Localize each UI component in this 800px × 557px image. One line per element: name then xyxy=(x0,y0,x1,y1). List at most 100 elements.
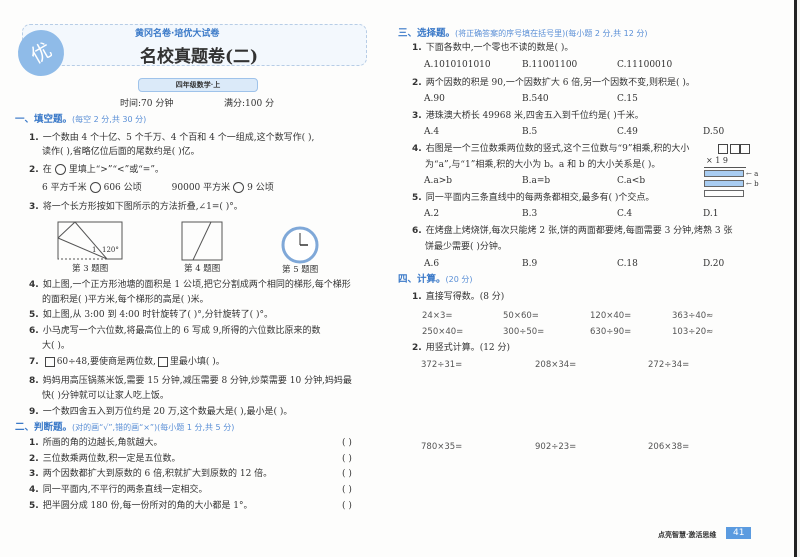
choice-question-cont: 饼最少需要( )分钟。 xyxy=(425,242,507,252)
q-number: 5. xyxy=(29,501,39,511)
choice-option[interactable]: B.3 xyxy=(522,208,537,220)
section-note: (每空 2 分,共 30 分) xyxy=(72,115,147,124)
choice-option[interactable]: C.49 xyxy=(617,126,638,138)
series-label: 黄冈名卷·培优大试卷 xyxy=(135,29,220,39)
digit-boxes xyxy=(716,144,764,155)
choice-question: 1. 下面各数中,一个零也不读的数是( )。 xyxy=(412,42,573,54)
right-page: 三、选择题。(将正确答案的序号填在括号里)(每小题 2 分,共 12 分) 1.… xyxy=(396,0,794,557)
choice-option[interactable]: A.90 xyxy=(424,93,445,105)
square-blank[interactable] xyxy=(157,356,168,367)
q-text: 9 公顷 xyxy=(247,183,274,193)
label-b: ← b xyxy=(746,180,759,188)
figure-5-caption: 第 5 题图 xyxy=(282,265,319,275)
footer-slogan: 点亮智慧·激活思维 xyxy=(658,530,717,539)
q-text: 如上图,一个正方形池塘的面积是 1 公顷,把它分割成两个相同的梯形,每个梯形 xyxy=(42,280,351,290)
q-text: 606 公顷 xyxy=(103,183,142,193)
multiplier: × 1 9 xyxy=(704,155,746,168)
choice-question: 3. 港珠澳大桥长 49968 米,四舍五入到千位约是( )千米。 xyxy=(412,110,644,122)
q-text: 同一平面内三条直线中的每两条都相交,最多有( )个交点。 xyxy=(425,193,655,203)
figure-3-caption: 第 3 题图 xyxy=(72,264,109,274)
question-1: 1. 一个数由 4 个十亿、5 个千万、4 个百和 4 个一组成,这个数写作( )… xyxy=(29,132,314,144)
circle-blank[interactable] xyxy=(89,182,101,193)
choice-option[interactable]: A.6 xyxy=(424,258,439,270)
q-number: 3. xyxy=(29,469,39,479)
question-4: 4. 如上图,一个正方形池塘的面积是 1 公顷,把它分割成两个相同的梯形,每个梯形 xyxy=(29,279,351,291)
subtitle: 四年级数学·上 xyxy=(138,78,258,92)
page-title: 名校真题卷(二) xyxy=(140,47,259,67)
calc-item: 206×38= xyxy=(648,442,690,452)
q-number: 5. xyxy=(29,310,39,320)
question-6-cont: 大( )。 xyxy=(42,341,70,351)
choice-option[interactable]: A.1010101010 xyxy=(424,59,491,71)
choice-option[interactable]: D.1 xyxy=(703,208,718,220)
section-title: 二、判断题。 xyxy=(15,422,73,433)
calc-part-1: 1. 直接写得数。(8 分) xyxy=(412,291,504,303)
calc-item: 272÷34= xyxy=(648,360,690,370)
choice-option[interactable]: C.11100010 xyxy=(617,59,672,71)
question-4-cont: 的面积是( )平方米,每个梯形的高是( )米。 xyxy=(42,295,209,305)
answer-paren[interactable]: ( ) xyxy=(342,500,352,512)
circle-blank[interactable] xyxy=(54,164,66,175)
q-number: 2. xyxy=(29,165,39,175)
q-number: 9. xyxy=(29,407,39,417)
calc-item: 300÷50= xyxy=(503,327,545,337)
judge-item: 3. 两个因数都扩大到原数的 6 倍,积就扩大到原数的 12 倍。 xyxy=(29,468,272,480)
choice-option[interactable]: C.18 xyxy=(617,258,638,270)
judge-item: 5. 把半圆分成 180 份,每一份所对的角的大小都是 1°。 xyxy=(29,500,253,512)
choice-option[interactable]: A.a>b xyxy=(424,175,452,187)
choice-question-cont: 为“a”,与“1”相乘,积的大小为 b。a 和 b 的大小关系是( )。 xyxy=(425,160,661,170)
choice-option[interactable]: C.4 xyxy=(617,208,632,220)
page-edge xyxy=(794,0,797,557)
section-note: (20 分) xyxy=(445,275,473,284)
q-text: 里填上“>”“<”或“=”。 xyxy=(68,165,164,175)
choice-option[interactable]: A.4 xyxy=(424,126,439,138)
q-text: 一个数由 4 个十亿、5 个千万、4 个百和 4 个一组成,这个数写作( ), xyxy=(42,133,315,143)
question-8: 8. 妈妈用高压锅蒸米饭,需要 15 分钟,减压需要 8 分钟,炒菜需要 10 分… xyxy=(29,375,352,387)
choice-option[interactable]: B.11001100 xyxy=(522,59,577,71)
section-note: (将正确答案的序号填在括号里)(每小题 2 分,共 12 分) xyxy=(455,29,648,38)
q-text: 右图是一个三位数乘两位数的竖式,这个三位数与“9”相乘,积的大小 xyxy=(425,144,690,154)
choice-option[interactable]: B.5 xyxy=(522,126,537,138)
choice-option[interactable]: B.9 xyxy=(522,258,537,270)
q-text: 里最小填( )。 xyxy=(169,357,225,367)
answer-paren[interactable]: ( ) xyxy=(342,484,352,496)
q-text: 同一平面内,不平行的两条直线一定相交。 xyxy=(42,485,208,495)
section-2-title: 二、判断题。(对的画“√”,错的画“×”)(每小题 1 分,共 5 分) xyxy=(15,422,234,434)
choice-option[interactable]: B.540 xyxy=(522,93,549,105)
choice-question: 2. 两个因数的积是 90,一个因数扩大 6 倍,另一个因数不变,则积是( )。 xyxy=(412,77,695,89)
section-title: 一、填空题。 xyxy=(15,114,73,125)
choice-option[interactable]: C.15 xyxy=(617,93,638,105)
question-9: 9. 一个数四舍五入到万位约是 20 万,这个数最大是( ),最小是( )。 xyxy=(29,406,292,418)
q-number: 6. xyxy=(412,226,422,236)
q-number: 3. xyxy=(412,111,422,121)
q-text: 下面各数中,一个零也不读的数是( )。 xyxy=(425,43,574,53)
square-pond-figure xyxy=(181,221,223,261)
choice-option[interactable]: D.50 xyxy=(703,126,724,138)
answer-paren[interactable]: ( ) xyxy=(342,437,352,449)
choice-option[interactable]: B.a=b xyxy=(522,175,550,187)
q-text: 所画的角的边越长,角就越大。 xyxy=(42,438,163,448)
choice-option[interactable]: C.a<b xyxy=(617,175,645,187)
calc-item: 372÷31= xyxy=(421,360,463,370)
q-text: 妈妈用高压锅蒸米饭,需要 15 分钟,减压需要 8 分钟,炒菜需要 10 分钟,… xyxy=(42,376,352,386)
q-text: 用竖式计算。(12 分) xyxy=(425,343,511,353)
q-text: 直接写得数。(8 分) xyxy=(425,292,505,302)
answer-paren[interactable]: ( ) xyxy=(342,468,352,480)
square-blank[interactable] xyxy=(44,356,55,367)
fig-angle-one: 1 xyxy=(92,246,97,254)
section-title: 四、计算。 xyxy=(398,274,446,285)
clock-icon xyxy=(281,226,319,264)
choice-option[interactable]: A.2 xyxy=(424,208,439,220)
calc-item: 250×40= xyxy=(422,327,464,337)
q-text: 三位数乘两位数,积一定是五位数。 xyxy=(42,454,181,464)
calc-item: 902÷23= xyxy=(535,442,577,452)
q-text: 港珠澳大桥长 49968 米,四舍五入到千位约是( )千米。 xyxy=(425,111,644,121)
q-number: 8. xyxy=(29,376,39,386)
circle-blank[interactable] xyxy=(233,182,245,193)
badge-text: 优 xyxy=(26,37,56,69)
answer-paren[interactable]: ( ) xyxy=(342,453,352,465)
question-6: 6. 小马虎写一个六位数,将最高位上的 6 写成 9,所得的六位数比原来的数 xyxy=(29,325,320,337)
choice-option[interactable]: D.20 xyxy=(703,258,724,270)
partial-product-b xyxy=(704,179,744,187)
q-number: 1. xyxy=(29,438,39,448)
